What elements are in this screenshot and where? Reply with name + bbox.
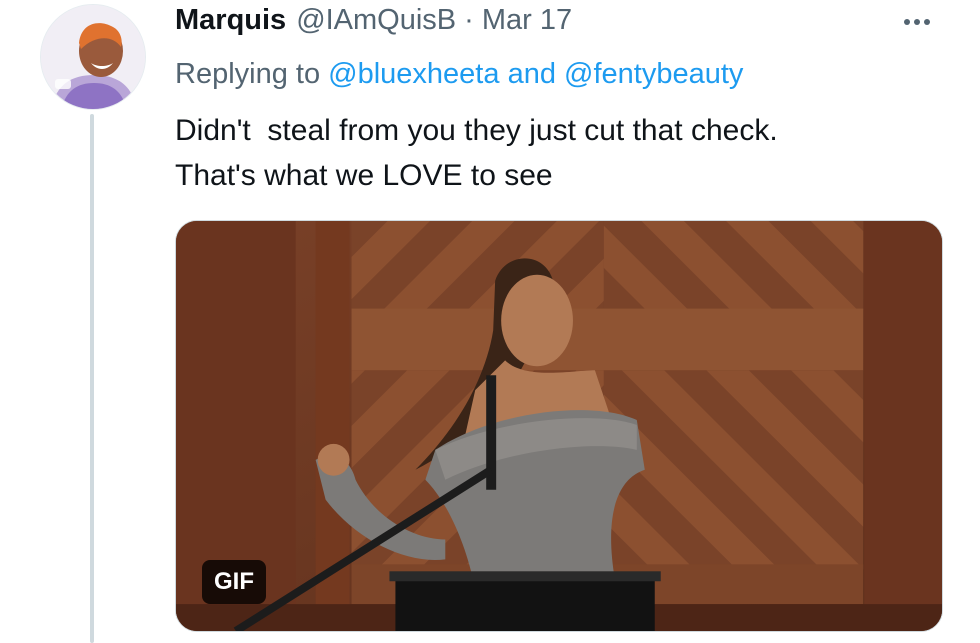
replying-prefix: Replying to	[175, 58, 321, 90]
tweet-text: Didn't steal from you they just cut that…	[175, 108, 935, 198]
more-options-icon[interactable]	[904, 8, 944, 36]
more-dot	[904, 19, 910, 25]
gif-frame-illustration	[176, 221, 942, 631]
separator-dot: ·	[464, 4, 474, 36]
tweet-text-line: That's what we LOVE to see	[175, 159, 553, 192]
gif-badge: GIF	[202, 560, 266, 604]
more-dot	[914, 19, 920, 25]
tweet-text-line: Didn't steal from you they just cut that…	[175, 114, 778, 147]
avatar[interactable]	[40, 4, 146, 110]
tweet-header: Marquis @IAmQuisB · Mar 17	[175, 4, 572, 40]
mention-link-fentybeauty[interactable]: @fentybeauty	[564, 58, 743, 90]
author-name[interactable]: Marquis	[175, 4, 286, 37]
author-handle[interactable]: @IAmQuisB	[296, 4, 456, 37]
gif-media[interactable]	[175, 220, 943, 632]
thread-connector-line	[90, 114, 94, 643]
replying-to-line: Replying to @bluexheeta and @fentybeauty	[175, 58, 743, 91]
more-dot	[924, 19, 930, 25]
tweet-date[interactable]: Mar 17	[482, 4, 572, 37]
user-avatar-icon	[41, 5, 145, 109]
mention-link-bluexheeta[interactable]: @bluexheeta	[328, 58, 499, 90]
mention-conjunction[interactable]: and	[508, 58, 556, 90]
